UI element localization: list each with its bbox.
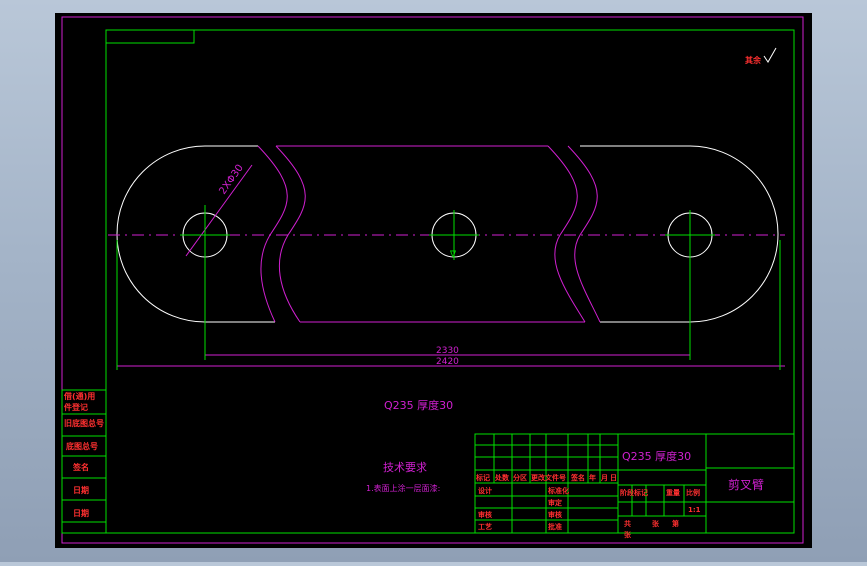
dim-outer: 2420	[436, 357, 459, 367]
tb-header: 月	[600, 474, 608, 482]
tb-review: 审定	[548, 498, 562, 507]
tech-item: 1.表面上涂一层面漆:	[366, 483, 440, 493]
tb-page: 第	[672, 519, 679, 528]
tb-check: 审核	[478, 510, 492, 519]
tb-approve-count: 审核	[548, 510, 562, 519]
tb-scale-value: 1:1	[688, 506, 701, 514]
tb-stage: 阶段标记	[620, 488, 648, 497]
tb-material: Q235 厚度30	[622, 449, 691, 463]
tb-craft: 工艺	[478, 522, 492, 531]
side-label: 底图总号	[65, 441, 98, 451]
side-label: 借(通)用	[63, 391, 95, 401]
tb-header: 年	[589, 473, 596, 482]
side-label: 旧底图总号	[64, 418, 104, 428]
side-label: 签名	[72, 462, 89, 472]
cad-window: 借(通)用 件登记 旧底图总号 底图总号 签名 日期 日期 其余 ∇ 2XΦ30…	[0, 0, 867, 562]
tb-total: 共	[624, 519, 631, 528]
tb-header: 分区	[513, 473, 527, 482]
tech-title: 技术要求	[383, 461, 427, 474]
tb-header: 签名	[570, 473, 585, 482]
tb-weight: 重量	[666, 488, 680, 497]
tb-scale: 比例	[686, 488, 700, 497]
roughness-note: 其余	[745, 55, 762, 65]
model-space	[55, 13, 812, 548]
tb-part-name: 剪叉臂	[728, 477, 764, 492]
tb-standardize: 标准化	[547, 486, 569, 495]
tb-approve: 批准	[548, 522, 562, 531]
tb-sheet: 张	[652, 519, 660, 528]
side-label: 件登记	[64, 402, 88, 412]
tb-header: 标记	[475, 473, 490, 482]
tb-header: 更改文件号	[531, 473, 566, 482]
tb-design: 设计	[478, 486, 492, 495]
side-label: 日期	[73, 508, 89, 518]
material-note: Q235 厚度30	[384, 398, 453, 412]
side-label: 日期	[73, 485, 89, 495]
center-symbol-icon: ∇	[449, 250, 457, 260]
tb-header: 日	[610, 474, 617, 482]
tb-header: 处数	[494, 473, 510, 482]
drawing-canvas: 借(通)用 件登记 旧底图总号 底图总号 签名 日期 日期 其余 ∇ 2XΦ30…	[55, 13, 812, 548]
dim-inner: 2330	[436, 346, 459, 356]
tb-sheet-no: 张	[624, 530, 632, 539]
